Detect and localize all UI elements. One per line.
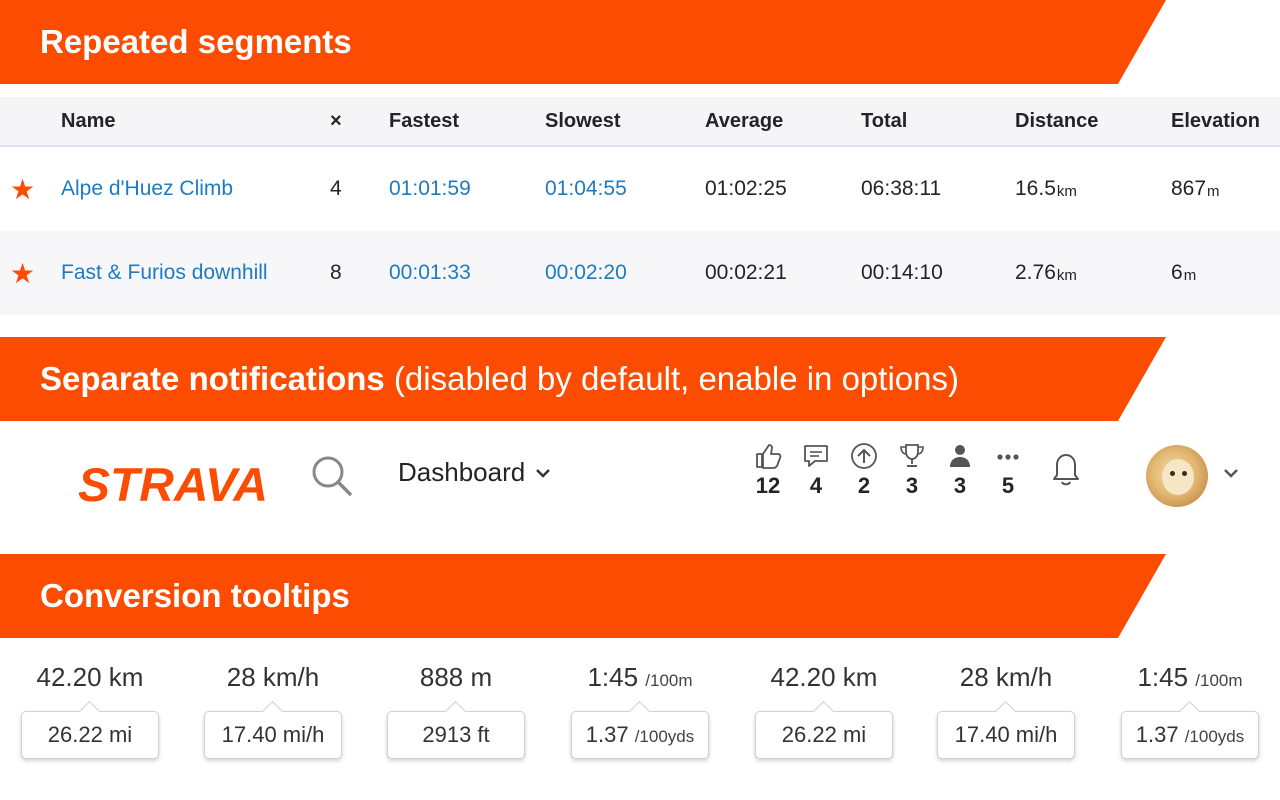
segment-count: 4 (330, 147, 342, 231)
table-row: ★ Alpe d'Huez Climb 4 01:01:59 01:04:55 … (0, 147, 1280, 231)
distance-unit: km (1057, 267, 1077, 284)
comment-icon (801, 441, 831, 471)
conversion-item[interactable]: 1:45 /100m 1.37 /100yds (555, 662, 725, 759)
notification-count: 5 (988, 473, 1028, 499)
avatar-eye (1182, 471, 1187, 476)
segment-slowest-link[interactable]: 00:02:20 (545, 231, 627, 315)
original-value: 888 m (371, 662, 541, 693)
header-distance[interactable]: Distance (1015, 97, 1098, 145)
section-title: Conversion tooltips (40, 577, 350, 614)
distance-unit: km (1057, 183, 1077, 200)
person-icon (945, 441, 975, 471)
notification-count: 2 (844, 473, 884, 499)
conversion-tooltip: 26.22 mi (755, 711, 893, 759)
conversion-tooltip: 17.40 mi/h (937, 711, 1075, 759)
star-icon[interactable]: ★ (10, 147, 35, 231)
logo-text: STRAVA (78, 458, 268, 507)
table-header: Name × Fastest Slowest Average Total Dis… (0, 97, 1280, 147)
upload-icon (849, 441, 879, 471)
notification-followers[interactable]: 3 (940, 441, 980, 499)
segment-distance: 16.5km (1015, 147, 1077, 231)
conversion-tooltip: 1.37 /100yds (1121, 711, 1259, 759)
segment-name-link[interactable]: Alpe d'Huez Climb (61, 147, 233, 231)
header-average[interactable]: Average (705, 97, 783, 145)
elevation-unit: m (1207, 183, 1220, 200)
more-icon (993, 441, 1023, 471)
conversion-item[interactable]: 42.20 km 26.22 mi (739, 662, 909, 759)
table-row: ★ Fast & Furios downhill 8 00:01:33 00:0… (0, 231, 1280, 315)
elevation-value: 6 (1171, 261, 1183, 285)
notification-kudos[interactable]: 12 (748, 441, 788, 499)
section-title: Repeated segments (40, 23, 352, 60)
segment-average: 00:02:21 (705, 231, 787, 315)
original-value: 1:45 /100m (1105, 662, 1275, 693)
original-value: 42.20 km (739, 662, 909, 693)
segment-fastest-link[interactable]: 01:01:59 (389, 147, 471, 231)
elevation-unit: m (1184, 267, 1197, 284)
conversion-tooltip: 17.40 mi/h (204, 711, 342, 759)
notification-count: 3 (940, 473, 980, 499)
segment-elevation: 867m (1171, 147, 1220, 231)
segment-distance: 2.76km (1015, 231, 1077, 315)
header-elevation[interactable]: Elevation (1171, 97, 1260, 145)
conversion-item[interactable]: 42.20 km 26.22 mi (5, 662, 175, 759)
notification-count: 12 (748, 473, 788, 499)
conversion-tooltip: 26.22 mi (21, 711, 159, 759)
section-banner-segments: Repeated segments (0, 0, 1166, 84)
star-icon[interactable]: ★ (10, 231, 35, 315)
section-banner-conversion: Conversion tooltips (0, 554, 1166, 638)
distance-value: 2.76 (1015, 261, 1056, 285)
bell-icon[interactable] (1046, 449, 1086, 489)
segment-count: 8 (330, 231, 342, 315)
conversion-item[interactable]: 28 km/h 17.40 mi/h (188, 662, 358, 759)
notification-achievements[interactable]: 3 (892, 441, 932, 499)
thumbs-up-icon (753, 441, 783, 471)
segment-name-link[interactable]: Fast & Furios downhill (61, 231, 268, 315)
chevron-down-icon[interactable] (1222, 467, 1240, 479)
conversion-item[interactable]: 1:45 /100m 1.37 /100yds (1105, 662, 1275, 759)
notification-uploads[interactable]: 2 (844, 441, 884, 499)
strava-navbar: STRAVA Dashboard 12 4 2 (0, 421, 1280, 541)
original-value: 42.20 km (5, 662, 175, 693)
original-value: 28 km/h (921, 662, 1091, 693)
header-count[interactable]: × (330, 97, 342, 145)
section-banner-notifications: Separate notifications (disabled by defa… (0, 337, 1166, 421)
segment-average: 01:02:25 (705, 147, 787, 231)
search-icon[interactable] (310, 454, 354, 498)
notification-count: 3 (892, 473, 932, 499)
segment-elevation: 6m (1171, 231, 1196, 315)
section-title: Separate notifications (40, 360, 385, 397)
conversion-tooltip: 2913 ft (387, 711, 525, 759)
notification-other[interactable]: 5 (988, 441, 1028, 499)
elevation-value: 867 (1171, 177, 1206, 201)
segment-total: 00:14:10 (861, 231, 943, 315)
header-name[interactable]: Name (61, 97, 115, 145)
notification-comments[interactable]: 4 (796, 441, 836, 499)
segment-slowest-link[interactable]: 01:04:55 (545, 147, 627, 231)
chevron-down-icon (535, 468, 551, 478)
section-subtitle: (disabled by default, enable in options) (394, 360, 959, 397)
distance-value: 16.5 (1015, 177, 1056, 201)
header-fastest[interactable]: Fastest (389, 97, 459, 145)
notification-count: 4 (796, 473, 836, 499)
conversion-tooltip: 1.37 /100yds (571, 711, 709, 759)
header-total[interactable]: Total (861, 97, 907, 145)
original-value: 1:45 /100m (555, 662, 725, 693)
header-slowest[interactable]: Slowest (545, 97, 621, 145)
original-value: 28 km/h (188, 662, 358, 693)
segment-fastest-link[interactable]: 00:01:33 (389, 231, 471, 315)
dashboard-label: Dashboard (398, 457, 525, 488)
avatar-face (1162, 459, 1194, 495)
strava-logo[interactable]: STRAVA (76, 455, 270, 507)
segment-total: 06:38:11 (861, 147, 941, 231)
conversion-item[interactable]: 28 km/h 17.40 mi/h (921, 662, 1091, 759)
avatar-eye (1170, 471, 1175, 476)
conversion-item[interactable]: 888 m 2913 ft (371, 662, 541, 759)
trophy-icon (897, 441, 927, 471)
dashboard-menu[interactable]: Dashboard (398, 457, 551, 488)
segments-table: Name × Fastest Slowest Average Total Dis… (0, 97, 1280, 315)
avatar[interactable] (1146, 445, 1208, 507)
